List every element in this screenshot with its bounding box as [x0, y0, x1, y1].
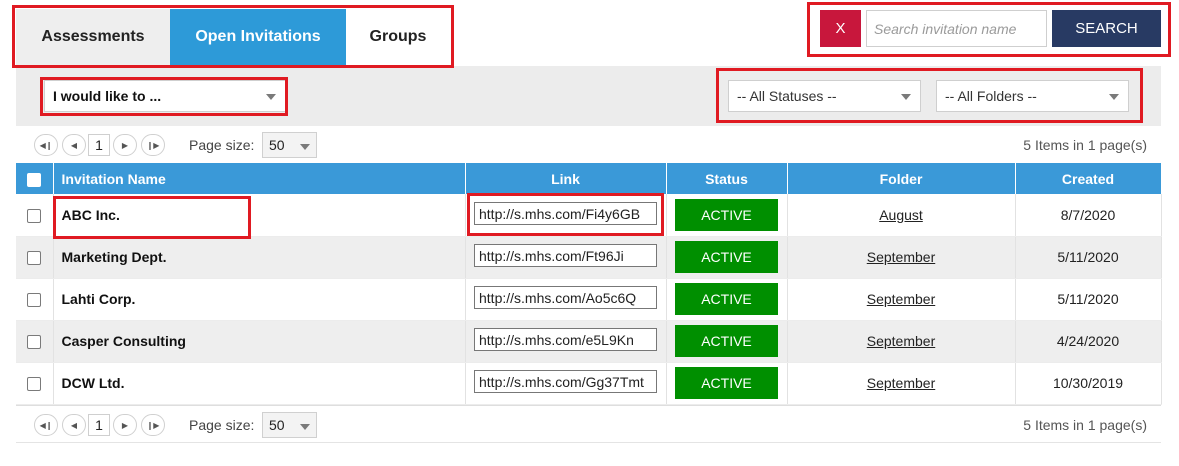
- status-filter-dropdown[interactable]: -- All Statuses --: [728, 80, 921, 112]
- tab-groups[interactable]: Groups: [346, 9, 450, 65]
- last-page-icon[interactable]: ❙▶: [141, 414, 165, 436]
- status-badge: ACTIVE: [675, 283, 778, 315]
- row-checkbox[interactable]: [27, 251, 42, 266]
- row-checkbox[interactable]: [27, 377, 42, 392]
- invitation-link-field[interactable]: http://s.mhs.com/Gg37Tmt: [474, 370, 657, 393]
- invitation-name: ABC Inc.: [61, 206, 120, 223]
- chevron-down-icon: [1109, 94, 1119, 100]
- row-checkbox[interactable]: [27, 208, 42, 223]
- created-date: 5/11/2020: [1057, 291, 1119, 307]
- prev-page-icon[interactable]: ◀: [62, 134, 86, 156]
- search-button[interactable]: SEARCH: [1052, 10, 1161, 47]
- status-badge: ACTIVE: [675, 367, 778, 399]
- action-dropdown-value: I would like to ...: [53, 88, 162, 104]
- page-size-value: 50: [269, 137, 285, 153]
- status-badge: ACTIVE: [675, 325, 778, 357]
- select-all-checkbox[interactable]: [27, 172, 42, 187]
- clear-search-button[interactable]: X: [820, 10, 861, 47]
- invitation-name: DCW Ltd.: [61, 375, 125, 391]
- search-input[interactable]: [866, 10, 1047, 47]
- chevron-down-icon: [300, 144, 310, 150]
- row-checkbox[interactable]: [27, 293, 42, 308]
- tab-bar: Assessments Open Invitations Groups: [16, 9, 450, 65]
- created-date: 5/11/2020: [1057, 249, 1119, 265]
- chevron-down-icon: [300, 424, 310, 430]
- column-header-invitation-name[interactable]: Invitation Name: [53, 163, 466, 194]
- pager-bottom: ◀❙ ◀ 1 ▶ ❙▶ Page size: 50 5 Items in 1 p…: [16, 405, 1161, 443]
- first-page-icon[interactable]: ◀❙: [34, 134, 58, 156]
- created-date: 8/7/2020: [1060, 206, 1116, 223]
- pager-info: 5 Items in 1 page(s): [1023, 137, 1147, 153]
- invitation-name: Casper Consulting: [61, 333, 186, 349]
- folder-link[interactable]: September: [867, 333, 935, 349]
- column-header-status[interactable]: Status: [666, 163, 788, 194]
- page-number[interactable]: 1: [88, 414, 110, 436]
- page-size-value: 50: [269, 417, 285, 433]
- folder-link[interactable]: September: [867, 375, 935, 391]
- first-page-icon[interactable]: ◀❙: [34, 414, 58, 436]
- prev-page-icon[interactable]: ◀: [62, 414, 86, 436]
- tab-open-invitations[interactable]: Open Invitations: [170, 9, 346, 65]
- table-row: Marketing Dept. http://s.mhs.com/Ft96Ji …: [16, 236, 1162, 279]
- page-size-label: Page size:: [189, 417, 255, 433]
- table-row: ABC Inc. http://s.mhs.com/Fi4y6GB ACTIVE…: [16, 194, 1162, 237]
- pager-info: 5 Items in 1 page(s): [1023, 417, 1147, 433]
- chevron-down-icon: [901, 94, 911, 100]
- page-size-dropdown[interactable]: 50: [262, 412, 317, 438]
- table-row: DCW Ltd. http://s.mhs.com/Gg37Tmt ACTIVE…: [16, 362, 1162, 405]
- page-size-label: Page size:: [189, 137, 255, 153]
- invitation-link-field[interactable]: http://s.mhs.com/Ft96Ji: [474, 244, 657, 267]
- page-size-dropdown[interactable]: 50: [262, 132, 317, 158]
- column-header-link[interactable]: Link: [465, 163, 667, 194]
- status-filter-value: -- All Statuses --: [737, 88, 837, 104]
- column-header-folder[interactable]: Folder: [787, 163, 1016, 194]
- status-badge: ACTIVE: [675, 241, 778, 273]
- table-header-row: Invitation Name Link Status Folder Creat…: [16, 163, 1162, 194]
- table-row: Lahti Corp. http://s.mhs.com/Ao5c6Q ACTI…: [16, 278, 1162, 321]
- status-badge: ACTIVE: [675, 198, 778, 231]
- invitation-name: Lahti Corp.: [61, 291, 136, 307]
- tab-assessments[interactable]: Assessments: [16, 9, 170, 65]
- next-page-icon[interactable]: ▶: [113, 134, 137, 156]
- table-row: Casper Consulting http://s.mhs.com/e5L9K…: [16, 320, 1162, 363]
- folder-link[interactable]: August: [879, 207, 923, 223]
- folder-link[interactable]: September: [867, 249, 935, 265]
- invitation-link-field[interactable]: http://s.mhs.com/Ao5c6Q: [474, 286, 657, 309]
- created-date: 4/24/2020: [1056, 333, 1120, 349]
- row-checkbox[interactable]: [27, 335, 42, 350]
- invitation-link-field[interactable]: http://s.mhs.com/e5L9Kn: [474, 328, 657, 351]
- folder-filter-value: -- All Folders --: [945, 88, 1037, 104]
- folder-link[interactable]: September: [867, 291, 935, 307]
- select-all-cell: [16, 163, 54, 194]
- page-number[interactable]: 1: [88, 134, 110, 156]
- invitations-table: Invitation Name Link Status Folder Creat…: [16, 163, 1162, 405]
- invitation-link-field[interactable]: http://s.mhs.com/Fi4y6GB: [474, 201, 657, 225]
- pager-top: ◀❙ ◀ 1 ▶ ❙▶ Page size: 50 5 Items in 1 p…: [16, 126, 1161, 164]
- folder-filter-dropdown[interactable]: -- All Folders --: [936, 80, 1129, 112]
- next-page-icon[interactable]: ▶: [113, 414, 137, 436]
- column-header-created[interactable]: Created: [1015, 163, 1162, 194]
- action-dropdown[interactable]: I would like to ...: [44, 80, 286, 112]
- created-date: 10/30/2019: [1052, 375, 1124, 391]
- chevron-down-icon: [266, 94, 276, 100]
- invitation-name: Marketing Dept.: [61, 249, 167, 265]
- last-page-icon[interactable]: ❙▶: [141, 134, 165, 156]
